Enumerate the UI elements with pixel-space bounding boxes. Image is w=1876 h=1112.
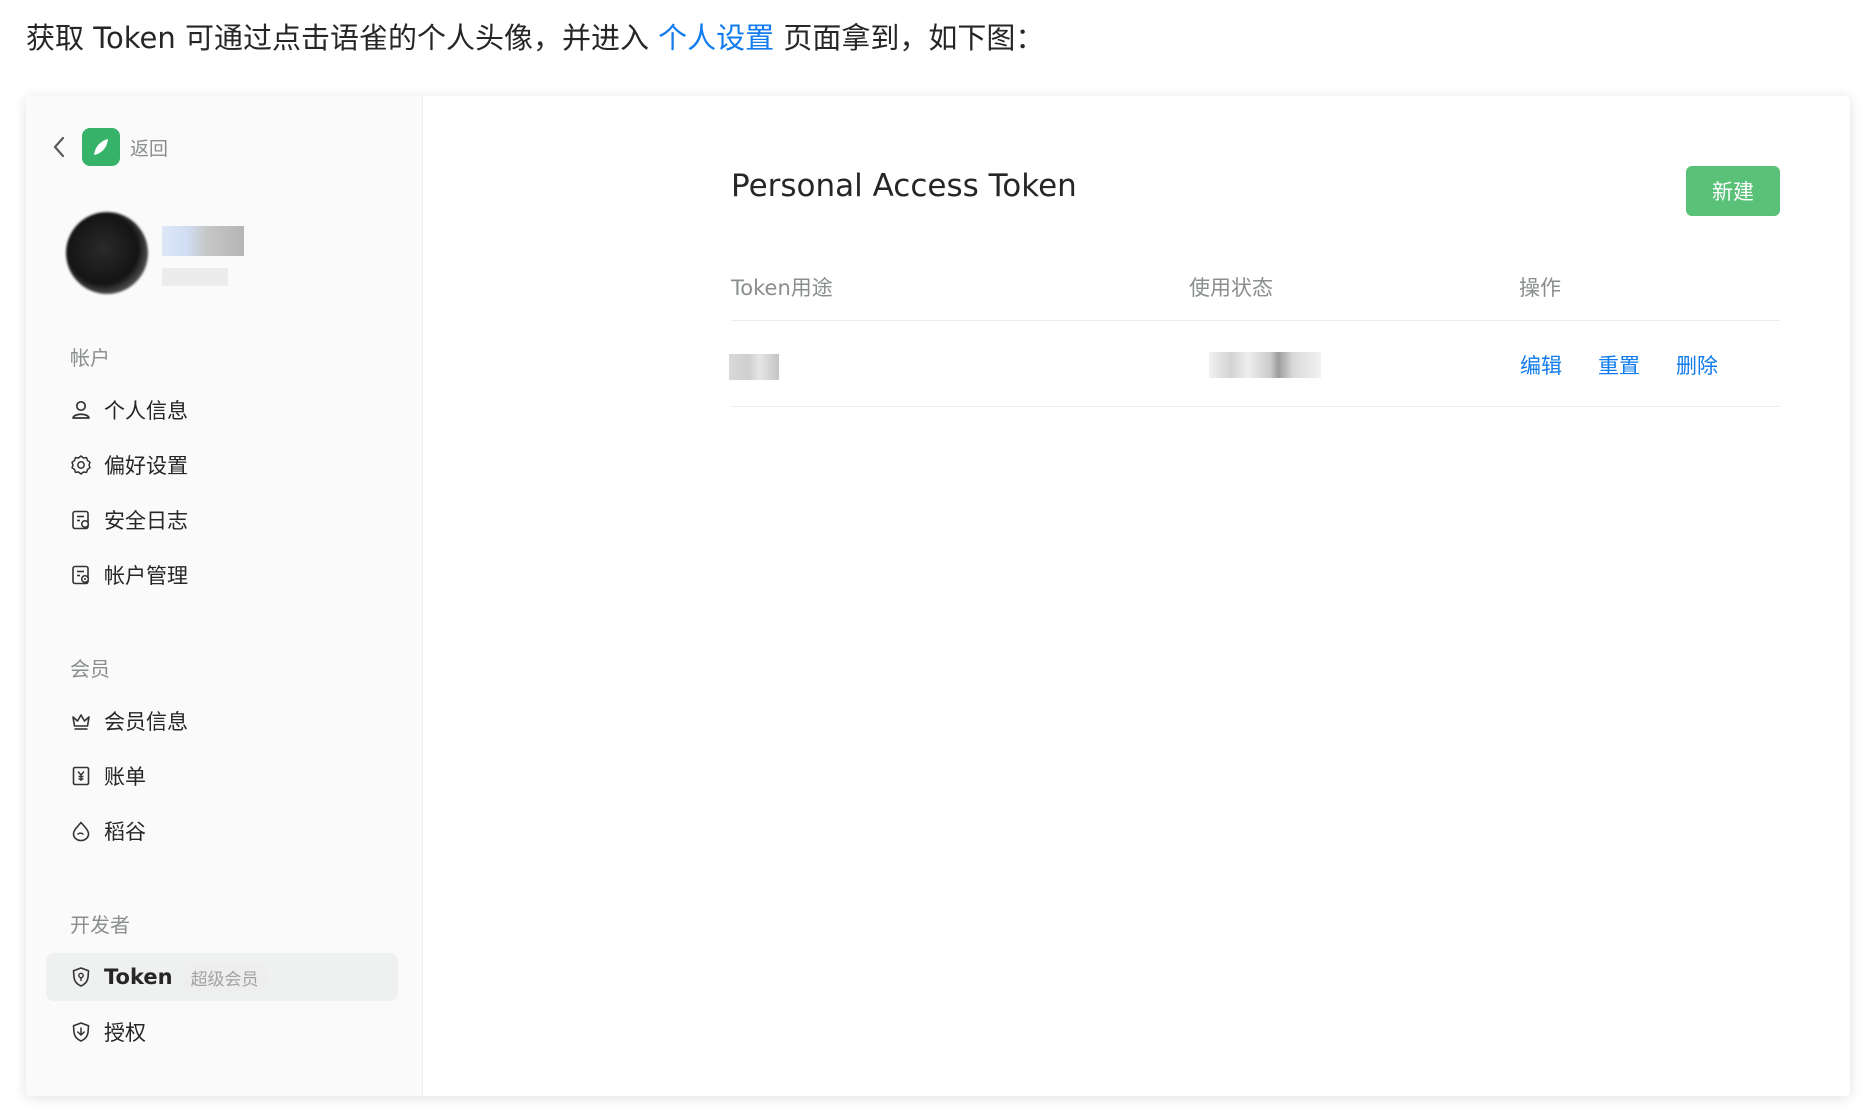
sidebar-item-label: 安全日志 xyxy=(104,509,188,533)
column-header-purpose: Token用途 xyxy=(731,276,833,300)
yuque-logo-icon xyxy=(82,128,120,166)
shield-icon xyxy=(70,966,92,988)
back-row: 返回 xyxy=(48,128,168,166)
userid-redacted xyxy=(162,268,228,286)
super-member-badge: 超级会员 xyxy=(182,963,267,991)
header-divider xyxy=(731,320,1780,321)
sidebar-item-security-log[interactable]: 安全日志 xyxy=(46,496,398,544)
section-title-membership: 会员 xyxy=(70,657,110,681)
sidebar-item-label: Token xyxy=(104,965,173,989)
delete-link[interactable]: 删除 xyxy=(1676,350,1718,380)
sidebar-item-label: 稻谷 xyxy=(104,820,146,844)
main-panel: Personal Access Token 新建 Token用途 使用状态 操作… xyxy=(423,96,1850,1096)
sidebar-item-account-management[interactable]: 帐户管理 xyxy=(46,551,398,599)
intro-text: 获取 Token 可通过点击语雀的个人头像，并进入 个人设置 页面拿到，如下图： xyxy=(26,18,1044,58)
sidebar-item-grain[interactable]: 稻谷 xyxy=(46,807,398,855)
avatar[interactable] xyxy=(66,212,148,294)
user-icon xyxy=(70,399,92,421)
bill-icon xyxy=(70,765,92,787)
crown-icon xyxy=(70,710,92,732)
sidebar-item-label: 授权 xyxy=(104,1021,146,1045)
sidebar-item-label: 帐户管理 xyxy=(104,564,188,588)
sidebar-item-token[interactable]: Token 超级会员 xyxy=(46,953,398,1001)
sidebar-item-authorization[interactable]: 授权 xyxy=(46,1008,398,1056)
back-link[interactable]: 返回 xyxy=(130,134,168,161)
token-purpose-redacted xyxy=(729,354,779,380)
section-title-account: 帐户 xyxy=(70,346,110,370)
log-icon xyxy=(70,509,92,531)
edit-link[interactable]: 编辑 xyxy=(1520,350,1562,380)
column-header-actions: 操作 xyxy=(1519,276,1561,300)
sidebar: 返回 帐户 个人信息 偏好设置 安全日志 帐户管理 会员 会员信息 账单 稻谷 … xyxy=(26,96,423,1096)
sidebar-item-membership-info[interactable]: 会员信息 xyxy=(46,697,398,745)
authorize-icon xyxy=(70,1021,92,1043)
chevron-left-icon[interactable] xyxy=(48,136,70,158)
row-divider xyxy=(731,406,1780,407)
sidebar-item-profile[interactable]: 个人信息 xyxy=(46,386,398,434)
sidebar-item-bills[interactable]: 账单 xyxy=(46,752,398,800)
drop-icon xyxy=(70,820,92,842)
page-title: Personal Access Token xyxy=(731,168,1077,204)
token-status-redacted xyxy=(1209,352,1321,378)
new-token-button[interactable]: 新建 xyxy=(1686,166,1780,216)
sidebar-item-label: 会员信息 xyxy=(104,710,188,734)
reset-link[interactable]: 重置 xyxy=(1598,350,1640,380)
sidebar-item-label: 偏好设置 xyxy=(104,454,188,478)
section-title-developer: 开发者 xyxy=(70,913,130,937)
account-manage-icon xyxy=(70,564,92,586)
username-redacted xyxy=(162,226,244,256)
personal-settings-link[interactable]: 个人设置 xyxy=(658,21,774,55)
sidebar-item-label: 个人信息 xyxy=(104,399,188,423)
screenshot-frame: 返回 帐户 个人信息 偏好设置 安全日志 帐户管理 会员 会员信息 账单 稻谷 … xyxy=(26,96,1850,1096)
intro-before: 获取 Token 可通过点击语雀的个人头像，并进入 xyxy=(26,21,659,55)
column-header-status: 使用状态 xyxy=(1189,276,1273,300)
gear-icon xyxy=(70,454,92,476)
sidebar-item-preferences[interactable]: 偏好设置 xyxy=(46,441,398,489)
intro-after: 页面拿到，如下图： xyxy=(774,21,1045,55)
sidebar-item-label: 账单 xyxy=(104,765,146,789)
